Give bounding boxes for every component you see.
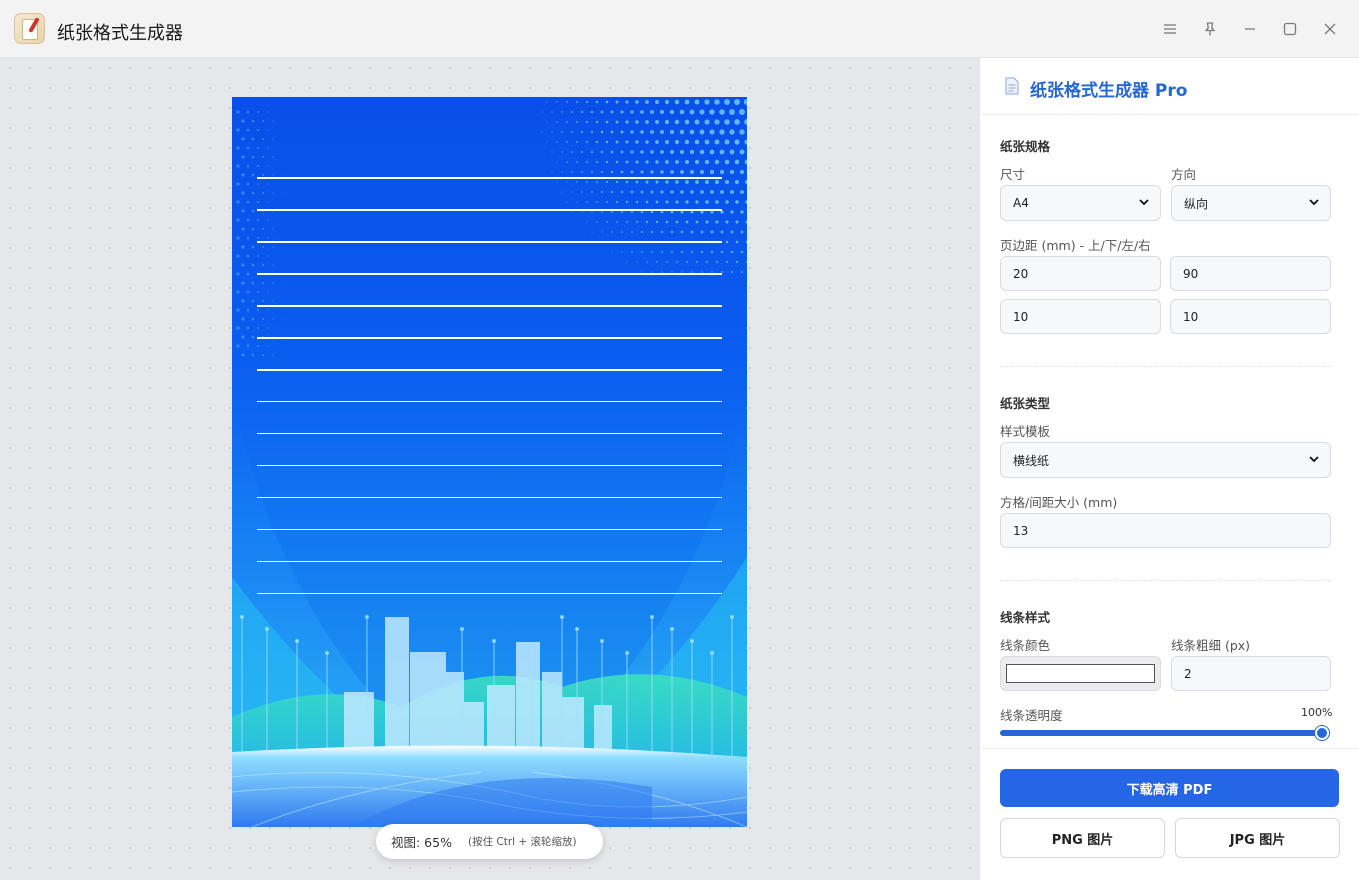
ruled-line	[257, 209, 722, 211]
margin-top-value: 20	[1013, 266, 1029, 281]
ruled-line	[257, 369, 722, 371]
pin-icon[interactable]	[1195, 14, 1225, 44]
zoom-indicator: 视图: 65% (按住 Ctrl + 滚轮缩放)	[376, 824, 603, 859]
margin-right-input[interactable]: 10	[1170, 299, 1331, 334]
opacity-slider-thumb[interactable]	[1315, 726, 1329, 740]
panel-header: 纸张格式生成器 Pro	[980, 58, 1359, 115]
section-title-line-style: 线条样式	[1000, 610, 1051, 625]
ruled-line	[257, 561, 722, 562]
line-color-swatch	[1006, 664, 1155, 683]
margin-right-value: 10	[1183, 309, 1199, 324]
line-width-value: 2	[1184, 666, 1192, 681]
preview-canvas[interactable]: 视图: 65% (按住 Ctrl + 滚轮缩放)	[0, 58, 979, 880]
paper-preview	[232, 97, 747, 827]
chevron-down-icon	[1309, 199, 1319, 206]
ruled-line	[257, 241, 722, 243]
size-select-value: A4	[1013, 196, 1029, 210]
chevron-down-icon	[1309, 456, 1319, 463]
template-select-value: 横线纸	[1013, 453, 1050, 468]
line-color-picker[interactable]	[1000, 656, 1161, 691]
jpg-export-button[interactable]: JPG 图片	[1175, 818, 1340, 858]
section-title-paper-type: 纸张类型	[1000, 396, 1051, 411]
size-select[interactable]: A4	[1000, 185, 1161, 221]
ruled-line	[257, 593, 722, 594]
close-icon[interactable]	[1315, 14, 1345, 44]
orientation-select[interactable]: 纵向	[1171, 185, 1331, 221]
zoom-label: 视图: 65%	[391, 835, 452, 850]
paper-background-art	[232, 98, 747, 827]
line-width-label: 线条粗细 (px)	[1171, 638, 1251, 653]
margins-label: 页边距 (mm) - 上/下/左/右	[1000, 238, 1151, 253]
window-title: 纸张格式生成器	[57, 23, 183, 44]
ruled-line	[257, 177, 722, 179]
opacity-slider-track[interactable]	[1000, 730, 1322, 736]
ruled-line	[257, 305, 722, 307]
download-pdf-button[interactable]: 下载高清 PDF	[1000, 769, 1339, 807]
margin-bottom-value: 90	[1183, 266, 1199, 281]
spacing-input[interactable]: 13	[1000, 513, 1331, 548]
orientation-select-value: 纵向	[1184, 196, 1209, 211]
section-divider	[1000, 366, 1331, 367]
template-select[interactable]: 横线纸	[1000, 442, 1331, 478]
settings-panel: 纸张格式生成器 Pro 纸张规格 尺寸 方向 A4 纵向 页边距 (mm) - …	[979, 58, 1359, 880]
ruled-line	[257, 337, 722, 339]
footer-divider	[980, 748, 1359, 749]
ruled-line	[257, 465, 722, 466]
spacing-label: 方格/间距大小 (mm)	[1000, 495, 1118, 510]
ruled-line	[257, 529, 722, 530]
spacing-value: 13	[1013, 523, 1029, 538]
opacity-value: 100%	[1301, 706, 1333, 719]
section-title-paper-spec: 纸张规格	[1000, 139, 1051, 154]
line-color-label: 线条颜色	[1000, 638, 1051, 653]
margin-left-input[interactable]: 10	[1000, 299, 1161, 334]
margin-bottom-input[interactable]: 90	[1170, 256, 1331, 291]
section-divider	[1000, 580, 1331, 581]
title-bar: 纸张格式生成器	[0, 0, 1359, 58]
zoom-hint: (按住 Ctrl + 滚轮缩放)	[467, 836, 577, 848]
document-icon	[1005, 77, 1019, 95]
chevron-down-icon	[1139, 199, 1149, 206]
ruled-line	[257, 401, 722, 402]
app-icon	[14, 13, 45, 44]
ruled-line	[257, 273, 722, 275]
opacity-label: 线条透明度	[1000, 708, 1063, 723]
panel-title: 纸张格式生成器 Pro	[1030, 81, 1188, 101]
ruled-line	[257, 433, 722, 434]
orientation-label: 方向	[1171, 167, 1197, 182]
margin-left-value: 10	[1013, 309, 1029, 324]
ruled-line	[257, 497, 722, 498]
maximize-icon[interactable]	[1275, 14, 1305, 44]
size-label: 尺寸	[1000, 167, 1026, 182]
template-label: 样式模板	[1000, 424, 1051, 439]
line-width-input[interactable]: 2	[1171, 656, 1331, 691]
menu-icon[interactable]	[1155, 14, 1185, 44]
minimize-icon[interactable]	[1235, 14, 1265, 44]
settings-scroll-area[interactable]: 纸张规格 尺寸 方向 A4 纵向 页边距 (mm) - 上/下/左/右 20 9…	[980, 116, 1359, 748]
png-export-button[interactable]: PNG 图片	[1000, 818, 1165, 858]
margin-top-input[interactable]: 20	[1000, 256, 1161, 291]
